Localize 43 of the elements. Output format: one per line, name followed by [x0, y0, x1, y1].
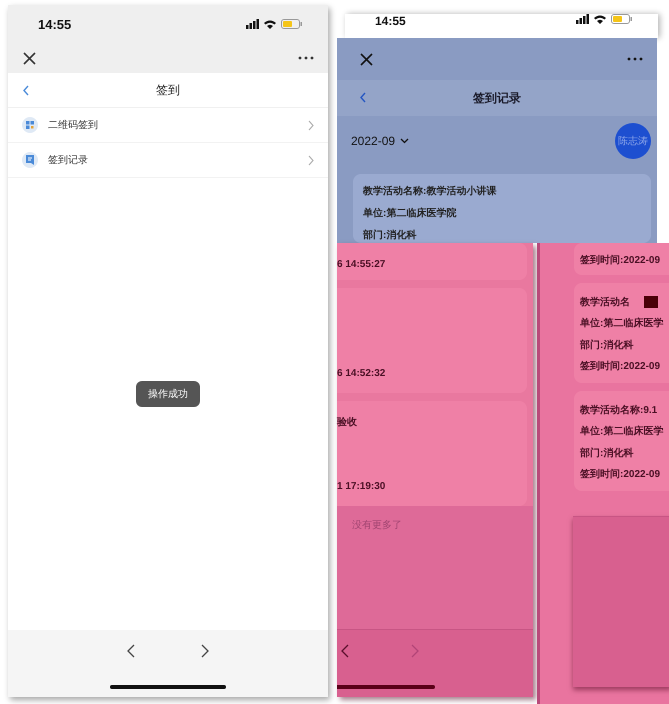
wifi-icon — [593, 14, 607, 24]
month-selector[interactable]: 2022-09 — [351, 134, 410, 148]
qr-code-icon — [22, 117, 38, 133]
back-icon[interactable] — [341, 644, 349, 658]
page-title: 签到 — [156, 82, 180, 98]
clock-time: 14:55 — [38, 16, 72, 32]
card-text: 签到时间:2022-09 — [580, 468, 660, 481]
card-text: 教学活动名称:教学活动小讲课 — [363, 184, 498, 198]
card-text: 教学活动名 — [580, 296, 630, 309]
card-text: 验收 — [337, 416, 358, 429]
card-text: 签到时间:2022-09 — [580, 254, 660, 267]
card-text: 部门:消化科 — [363, 228, 418, 242]
close-icon[interactable] — [359, 52, 374, 66]
toast-message: 操作成功 — [136, 381, 200, 407]
card-text: 1 17:19:30 — [337, 481, 386, 492]
more-icon[interactable] — [627, 56, 643, 62]
signal-icon — [246, 19, 259, 29]
wifi-icon — [263, 19, 277, 29]
chevron-icon — [308, 154, 314, 166]
clock-time: 14:55 — [375, 14, 406, 28]
forward-icon[interactable] — [201, 644, 209, 658]
more-icon[interactable] — [298, 55, 314, 61]
document-icon — [22, 152, 38, 168]
menu-item[interactable]: 二维码签到 — [8, 108, 328, 143]
battery-icon — [281, 19, 302, 29]
list-end-text: 没有更多了 — [352, 519, 403, 532]
menu-item[interactable]: 签到记录 — [8, 143, 328, 178]
card-text: 单位:第二临床医学 — [580, 424, 664, 438]
signal-icon — [576, 14, 589, 24]
caret-icon — [400, 138, 410, 144]
card-text: 6 14:52:32 — [337, 368, 386, 379]
card-text: 教学活动名称:9.1 — [580, 404, 658, 417]
card-text: 签到时间:2022-09 — [580, 360, 660, 373]
card-text: 单位:第二临床医学 — [580, 316, 664, 330]
card-text: 部门:消化科 — [580, 338, 634, 352]
close-icon[interactable] — [22, 50, 37, 66]
card-text: 6 14:55:27 — [337, 259, 386, 270]
page-title: 签到记录 — [473, 90, 521, 106]
card-text: 单位:第二临床医学院 — [363, 206, 458, 220]
battery-icon — [611, 14, 632, 24]
card-text: 部门:消化科 — [580, 446, 634, 460]
chevron-icon — [308, 120, 314, 130]
back-icon[interactable] — [127, 644, 135, 658]
